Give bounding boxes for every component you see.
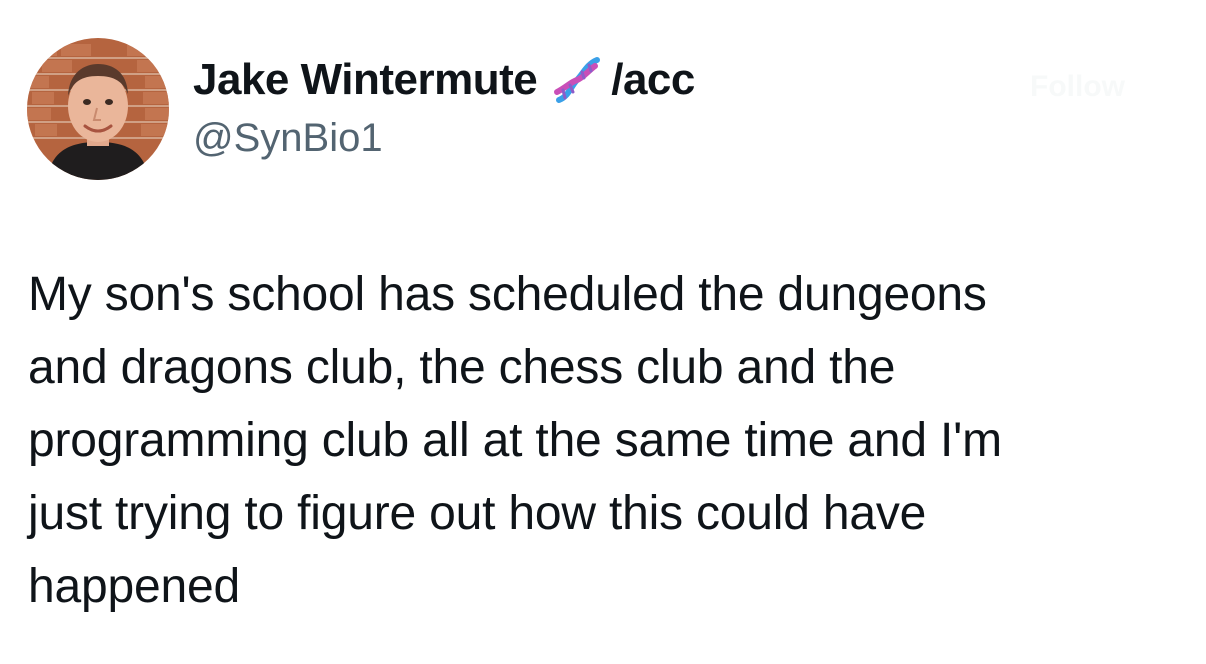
tweet-text: My son's school has scheduled the dungeo… bbox=[28, 258, 1178, 623]
author-display-name[interactable]: Jake Wintermute bbox=[193, 55, 538, 105]
tweet-text-line: My son's school has scheduled the dungeo… bbox=[28, 268, 987, 321]
author-name-row[interactable]: Jake Wintermute /acc bbox=[193, 52, 695, 108]
avatar-photo bbox=[27, 38, 169, 180]
tweet-text-line: just trying to figure out how this could… bbox=[28, 487, 927, 540]
dna-icon bbox=[549, 52, 605, 108]
tweet-text-line: and dragons club, the chess club and the bbox=[28, 341, 896, 394]
author-name-suffix: /acc bbox=[611, 55, 695, 104]
tweet-card: Jake Wintermute /acc @SynBio1 Follow My … bbox=[0, 0, 1206, 664]
avatar[interactable] bbox=[27, 38, 169, 180]
tweet-text-line: programming club all at the same time an… bbox=[28, 414, 1002, 467]
author-handle[interactable]: @SynBio1 bbox=[193, 116, 383, 161]
follow-button[interactable]: Follow bbox=[1030, 70, 1125, 104]
tweet-text-line: happened bbox=[28, 560, 240, 613]
